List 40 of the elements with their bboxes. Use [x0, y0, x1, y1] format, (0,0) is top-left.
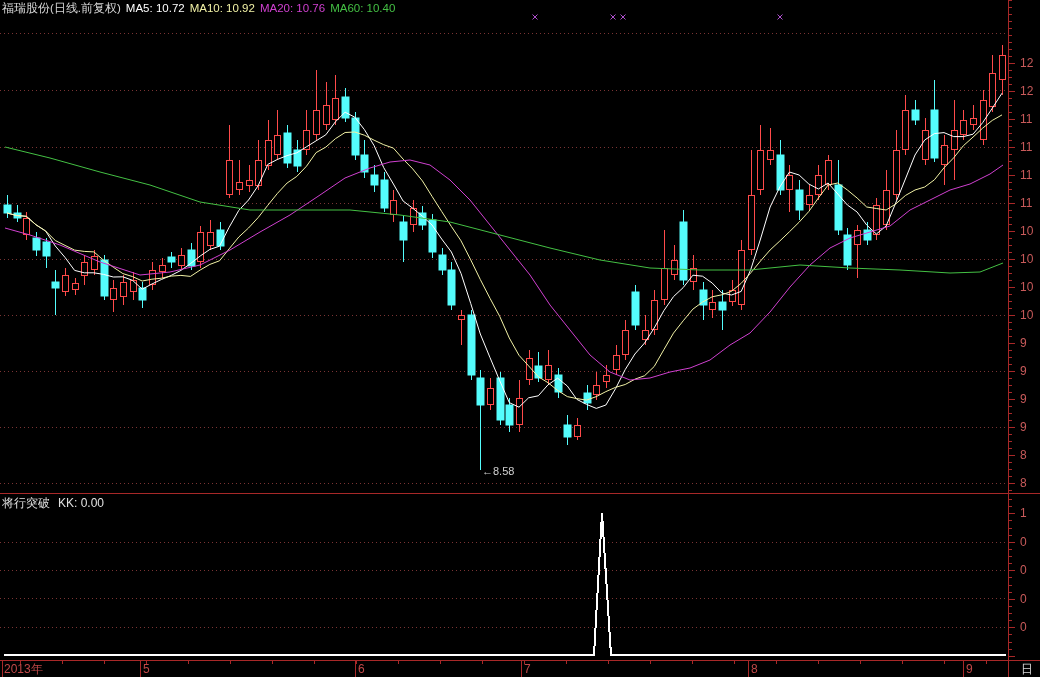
price-axis-label: 8: [1019, 475, 1028, 492]
price-axis-label: 11: [1019, 195, 1034, 212]
price-axis-label: 10: [1019, 279, 1035, 296]
time-axis-label: 9: [966, 661, 973, 677]
cross-marker-icon: [620, 14, 626, 20]
indicator-axis-label: 0: [1019, 562, 1028, 579]
moving-average-reading: MA20: 10.76: [259, 1, 326, 15]
price-axis-label: 9: [1019, 391, 1028, 408]
price-axis-label: 12: [1019, 55, 1035, 72]
cross-marker-icon: [610, 14, 616, 20]
price-axis-label: 9: [1019, 419, 1028, 436]
time-axis-label: 7: [524, 661, 531, 677]
moving-average-reading: MA5: 10.72: [125, 1, 185, 15]
price-axis-label: 11: [1019, 167, 1034, 184]
price-axis-label: 9: [1019, 363, 1028, 380]
price-axis-label: 12: [1019, 83, 1035, 100]
price-axis-label: 10: [1019, 251, 1035, 268]
price-axis-label: 9: [1019, 335, 1028, 352]
indicator-title: 将行突破: [2, 496, 50, 510]
time-axis-label: 6: [358, 661, 365, 677]
price-axis-label: 11: [1019, 139, 1034, 156]
price-axis-label: 10: [1019, 307, 1035, 324]
stock-title: 福瑞股份(日线.前复权): [2, 1, 121, 15]
price-axis-label: 11: [1019, 111, 1034, 128]
indicator-axis-label: 1: [1019, 505, 1028, 522]
moving-average-reading: MA10: 10.92: [189, 1, 255, 15]
time-axis-label: 8: [751, 661, 758, 677]
indicator-axis-label: 0: [1019, 619, 1028, 636]
period-label: 日: [1021, 661, 1033, 677]
indicator-reading: KK: 0.00: [58, 496, 105, 510]
time-axis-label: 2013年: [4, 661, 43, 677]
price-axis-label: 10: [1019, 223, 1035, 240]
cross-marker-icon: [777, 14, 783, 20]
indicator-axis-label: 0: [1019, 590, 1028, 608]
price-axis-label: 8: [1019, 447, 1028, 464]
time-axis-label: 5: [143, 661, 150, 677]
cross-marker-icon: [532, 14, 538, 20]
indicator-axis-label: 0: [1019, 533, 1028, 551]
low-price-label: ←8.58: [482, 465, 515, 478]
moving-average-reading: MA60: 10.40: [330, 1, 396, 15]
